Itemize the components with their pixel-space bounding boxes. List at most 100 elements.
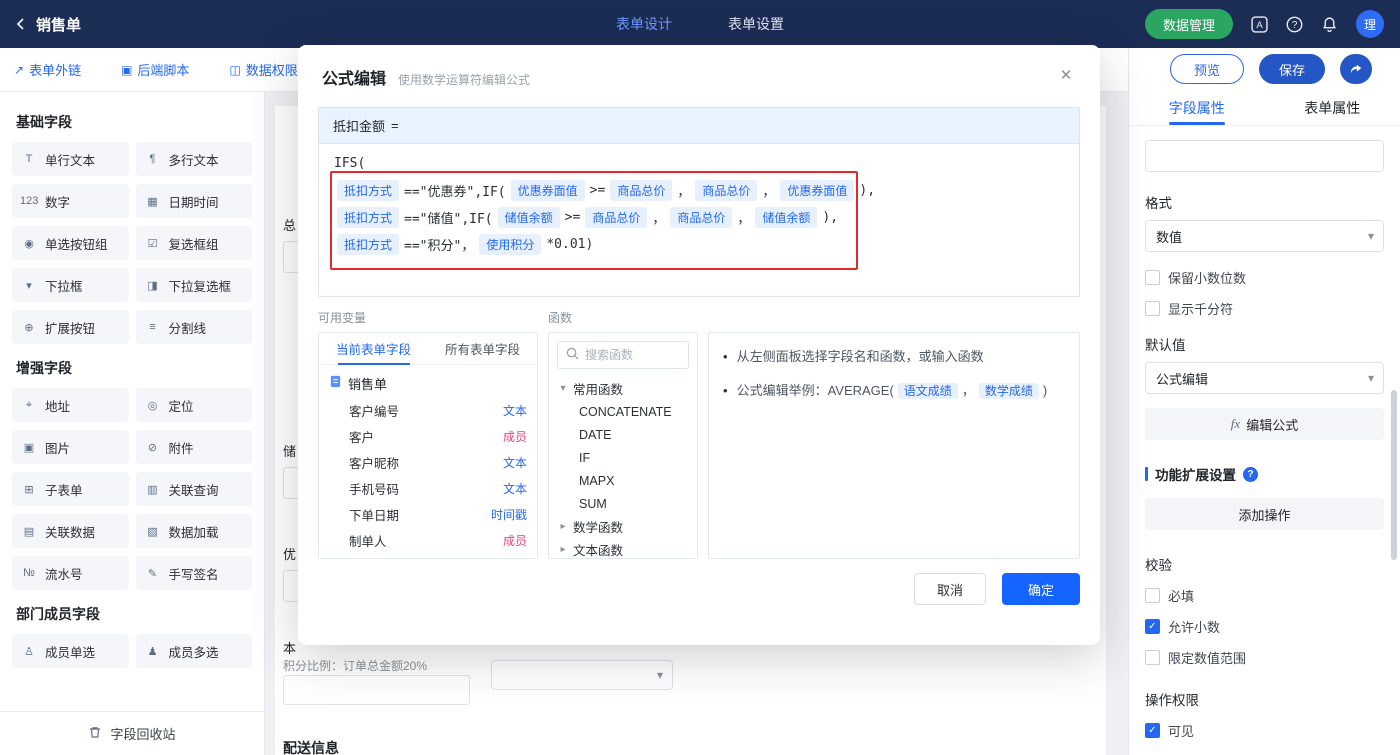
variable-row[interactable]: 手机号码文本: [319, 475, 537, 501]
tab-current-form-fields[interactable]: 当前表单字段: [319, 333, 428, 364]
tab-form-design[interactable]: 表单设计: [616, 14, 672, 34]
field-button-multi-line-text[interactable]: ¶多行文本: [136, 142, 253, 176]
function-search-input[interactable]: [585, 348, 680, 362]
bell-icon[interactable]: [1321, 16, 1338, 33]
tab-form-settings[interactable]: 表单设置: [728, 14, 784, 34]
avatar[interactable]: 理: [1356, 10, 1384, 38]
checkbox-allow-decimal[interactable]: 允许小数: [1145, 617, 1384, 636]
variable-row[interactable]: 下单日期时间戳: [319, 501, 537, 527]
function-search[interactable]: [557, 341, 689, 369]
variable-name: 客户: [349, 427, 374, 446]
field-chip[interactable]: 抵扣方式: [337, 207, 399, 228]
scrollbar[interactable]: [1391, 390, 1397, 560]
checkbox-visible[interactable]: 可见: [1145, 721, 1384, 740]
field-button-address[interactable]: ⌖地址: [12, 388, 129, 422]
checkbox-icon[interactable]: [1145, 723, 1160, 738]
field-button-member-multi[interactable]: ♟成员多选: [136, 634, 253, 668]
field-button-linked-data[interactable]: ▤关联数据: [12, 514, 129, 548]
checkbox-limit-range[interactable]: 限定数值范围: [1145, 648, 1384, 667]
edit-formula-button[interactable]: fx 编辑公式: [1145, 408, 1384, 440]
save-button[interactable]: 保存: [1259, 54, 1325, 84]
help-icon[interactable]: ?: [1286, 16, 1303, 33]
field-chip[interactable]: 储值余额: [755, 207, 817, 228]
preview-button[interactable]: 预览: [1170, 54, 1244, 84]
checkbox-icon[interactable]: [1145, 588, 1160, 603]
checkbox-keep-decimal[interactable]: 保留小数位数: [1145, 268, 1384, 287]
points-input[interactable]: [283, 675, 470, 705]
function-group-text[interactable]: ▸文本函数: [549, 538, 697, 559]
field-button-signature[interactable]: ✎手写签名: [136, 556, 253, 590]
dropdown-multi-icon: ◨: [144, 279, 162, 292]
field-button-dropdown-multi[interactable]: ◨下拉复选框: [136, 268, 253, 302]
tab-field-properties[interactable]: 字段属性: [1129, 90, 1265, 125]
field-chip: 数学成绩: [979, 383, 1039, 399]
variable-row[interactable]: 客户成员: [319, 423, 537, 449]
function-group-common[interactable]: ▾常用函数: [549, 377, 697, 400]
field-button-divider[interactable]: ≡分割线: [136, 310, 253, 344]
function-item[interactable]: IF: [549, 446, 697, 469]
field-button-serial-number[interactable]: №流水号: [12, 556, 129, 590]
toolbar-item-backend-script[interactable]: ▣后端脚本: [121, 60, 189, 79]
language-icon[interactable]: A: [1251, 16, 1268, 33]
function-item[interactable]: DATE: [549, 423, 697, 446]
close-icon[interactable]: [1054, 63, 1078, 87]
toolbar-item-form-external-link[interactable]: ↗表单外链: [14, 60, 81, 79]
format-select[interactable]: 数值: [1145, 220, 1384, 252]
field-chip[interactable]: 商品总价: [695, 180, 757, 201]
field-button-location[interactable]: ◎定位: [136, 388, 253, 422]
field-button-linked-query[interactable]: ▥关联查询: [136, 472, 253, 506]
cancel-button[interactable]: 取消: [914, 573, 986, 605]
checkbox-icon[interactable]: [1145, 301, 1160, 316]
field-chip[interactable]: 使用积分: [479, 234, 541, 255]
function-item[interactable]: SUM: [549, 492, 697, 515]
field-button-single-line-text[interactable]: T单行文本: [12, 142, 129, 176]
field-chip[interactable]: 抵扣方式: [337, 234, 399, 255]
variable-row[interactable]: 客户昵称文本: [319, 449, 537, 475]
field-button-radio-group[interactable]: ◉单选按钮组: [12, 226, 129, 260]
chevron-right-icon: ▸: [557, 521, 569, 532]
help-circle-icon[interactable]: [1243, 467, 1258, 482]
toolbar-item-data-permission[interactable]: ◫数据权限: [229, 60, 297, 79]
variable-row[interactable]: 客户编号文本: [319, 397, 537, 423]
field-button-subform[interactable]: ⊞子表单: [12, 472, 129, 506]
field-button-image[interactable]: ▣图片: [12, 430, 129, 464]
share-button[interactable]: [1340, 54, 1372, 84]
confirm-button[interactable]: 确定: [1002, 573, 1080, 605]
field-chip[interactable]: 抵扣方式: [337, 180, 399, 201]
canvas-select[interactable]: [491, 660, 673, 690]
field-button-checkbox-group[interactable]: ☑复选框组: [136, 226, 253, 260]
field-chip[interactable]: 商品总价: [610, 180, 672, 201]
function-item[interactable]: MAPX: [549, 469, 697, 492]
function-item[interactable]: CONCATENATE: [549, 400, 697, 423]
field-button-number[interactable]: 123数字: [12, 184, 129, 218]
checkbox-thousand-sep[interactable]: 显示千分符: [1145, 299, 1384, 318]
data-manage-button[interactable]: 数据管理: [1145, 9, 1233, 39]
field-button-attachment[interactable]: ⊘附件: [136, 430, 253, 464]
field-chip[interactable]: 储值余额: [498, 207, 560, 228]
field-button-dropdown[interactable]: ▾下拉框: [12, 268, 129, 302]
checkbox-icon[interactable]: [1145, 650, 1160, 665]
checkbox-icon[interactable]: [1145, 270, 1160, 285]
field-title-input[interactable]: [1145, 140, 1384, 172]
field-chip[interactable]: 商品总价: [670, 207, 732, 228]
function-group-math[interactable]: ▸数学函数: [549, 515, 697, 538]
checkbox-icon[interactable]: [1145, 619, 1160, 634]
field-chip[interactable]: 优惠券面值: [511, 180, 585, 201]
field-button-member-single[interactable]: ♙成员单选: [12, 634, 129, 668]
field-recycle-bin[interactable]: 字段回收站: [0, 711, 264, 755]
add-action-button[interactable]: 添加操作: [1145, 498, 1384, 530]
checkbox-required[interactable]: 必填: [1145, 586, 1384, 605]
linked-query-icon: ▥: [144, 483, 162, 496]
field-button-datetime[interactable]: ▦日期时间: [136, 184, 253, 218]
field-button-extend-button[interactable]: ⊕扩展按钮: [12, 310, 129, 344]
formula-editor[interactable]: IFS(抵扣方式=="优惠券",IF(优惠券面值>=商品总价，商品总价，优惠券面…: [319, 144, 1079, 296]
tab-form-properties[interactable]: 表单属性: [1265, 90, 1400, 125]
field-chip[interactable]: 优惠券面值: [780, 180, 854, 201]
variable-row[interactable]: 制单人成员: [319, 527, 537, 553]
form-tree-root[interactable]: 销售单: [319, 369, 537, 397]
tab-all-form-fields[interactable]: 所有表单字段: [428, 333, 537, 364]
field-button-data-load[interactable]: ▧数据加载: [136, 514, 253, 548]
field-chip[interactable]: 商品总价: [585, 207, 647, 228]
back-button[interactable]: 销售单: [0, 14, 81, 35]
default-value-select[interactable]: 公式编辑: [1145, 362, 1384, 394]
